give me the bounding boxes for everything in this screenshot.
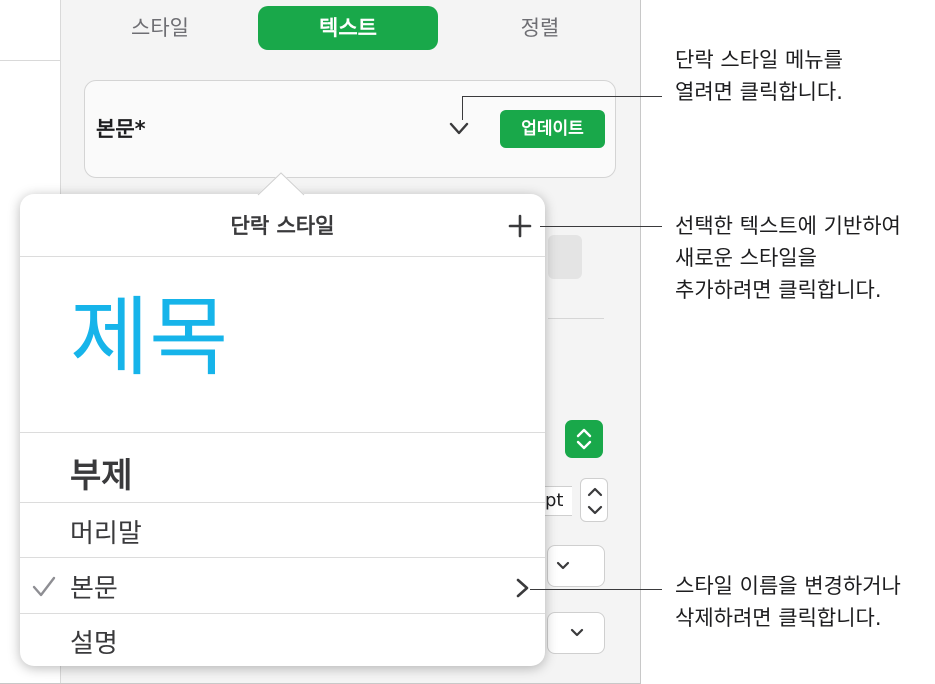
font-size-field[interactable]: pt xyxy=(544,486,572,516)
callout-leader-line xyxy=(530,589,662,590)
popover-arrow xyxy=(256,172,306,196)
callout-leader-line xyxy=(540,226,662,227)
divider xyxy=(20,256,545,257)
style-item-caption[interactable]: 설명 xyxy=(70,623,118,660)
font-popup-button[interactable] xyxy=(565,420,603,458)
divider xyxy=(0,60,60,61)
update-style-button[interactable]: 업데이트 xyxy=(500,110,605,148)
divider xyxy=(640,0,641,684)
callout-add-style: 선택한 텍스트에 기반하여 새로운 스타일을 추가하려면 클릭합니다. xyxy=(675,210,901,306)
callout-rename-style: 스타일 이름을 변경하거나 삭제하려면 클릭합니다. xyxy=(675,570,901,634)
callout-line-text: 새로운 스타일을 xyxy=(675,246,817,270)
tab-style[interactable]: 스타일 xyxy=(80,6,240,50)
popup-button[interactable] xyxy=(547,545,605,587)
callout-line-text: 삭제하려면 클릭합니다. xyxy=(675,606,882,630)
checkmark-icon xyxy=(32,576,56,597)
divider xyxy=(20,432,545,433)
tab-align[interactable]: 정렬 xyxy=(460,6,620,50)
chevron-down-icon xyxy=(556,561,570,570)
callout-menu: 단락 스타일 메뉴를 열려면 클릭합니다. xyxy=(675,44,843,108)
style-item-heading[interactable]: 머리말 xyxy=(70,513,142,550)
chevron-down-icon[interactable] xyxy=(446,115,472,141)
callout-line-text: 열려면 클릭합니다. xyxy=(675,80,843,104)
chevron-right-icon[interactable] xyxy=(510,576,534,600)
up-down-arrows-icon xyxy=(576,428,592,450)
callout-leader-line xyxy=(462,96,463,120)
tab-text[interactable]: 텍스트 xyxy=(258,6,438,50)
style-item-subtitle[interactable]: 부제 xyxy=(70,448,133,497)
divider xyxy=(548,318,604,319)
plus-icon[interactable] xyxy=(506,212,534,240)
callout-line-text: 단락 스타일 메뉴를 xyxy=(675,48,843,72)
popup-button[interactable] xyxy=(547,612,605,654)
style-item-title[interactable]: 제목 xyxy=(70,288,228,388)
background-field xyxy=(548,235,582,279)
callout-line-text: 스타일 이름을 변경하거나 xyxy=(675,574,901,598)
divider xyxy=(20,613,545,614)
popover-title: 단락 스타일 xyxy=(230,214,335,238)
callout-line-text: 선택한 텍스트에 기반하여 xyxy=(675,214,901,238)
current-style-name: 본문* xyxy=(96,117,146,141)
callout-leader-line xyxy=(462,96,662,97)
callout-line-text: 추가하려면 클릭합니다. xyxy=(675,278,882,302)
up-down-arrows-icon xyxy=(587,487,603,515)
divider xyxy=(20,502,545,503)
divider xyxy=(20,557,545,558)
style-item-body[interactable]: 본문 xyxy=(70,568,118,605)
chevron-down-icon xyxy=(570,628,584,637)
font-size-stepper[interactable] xyxy=(580,478,608,522)
